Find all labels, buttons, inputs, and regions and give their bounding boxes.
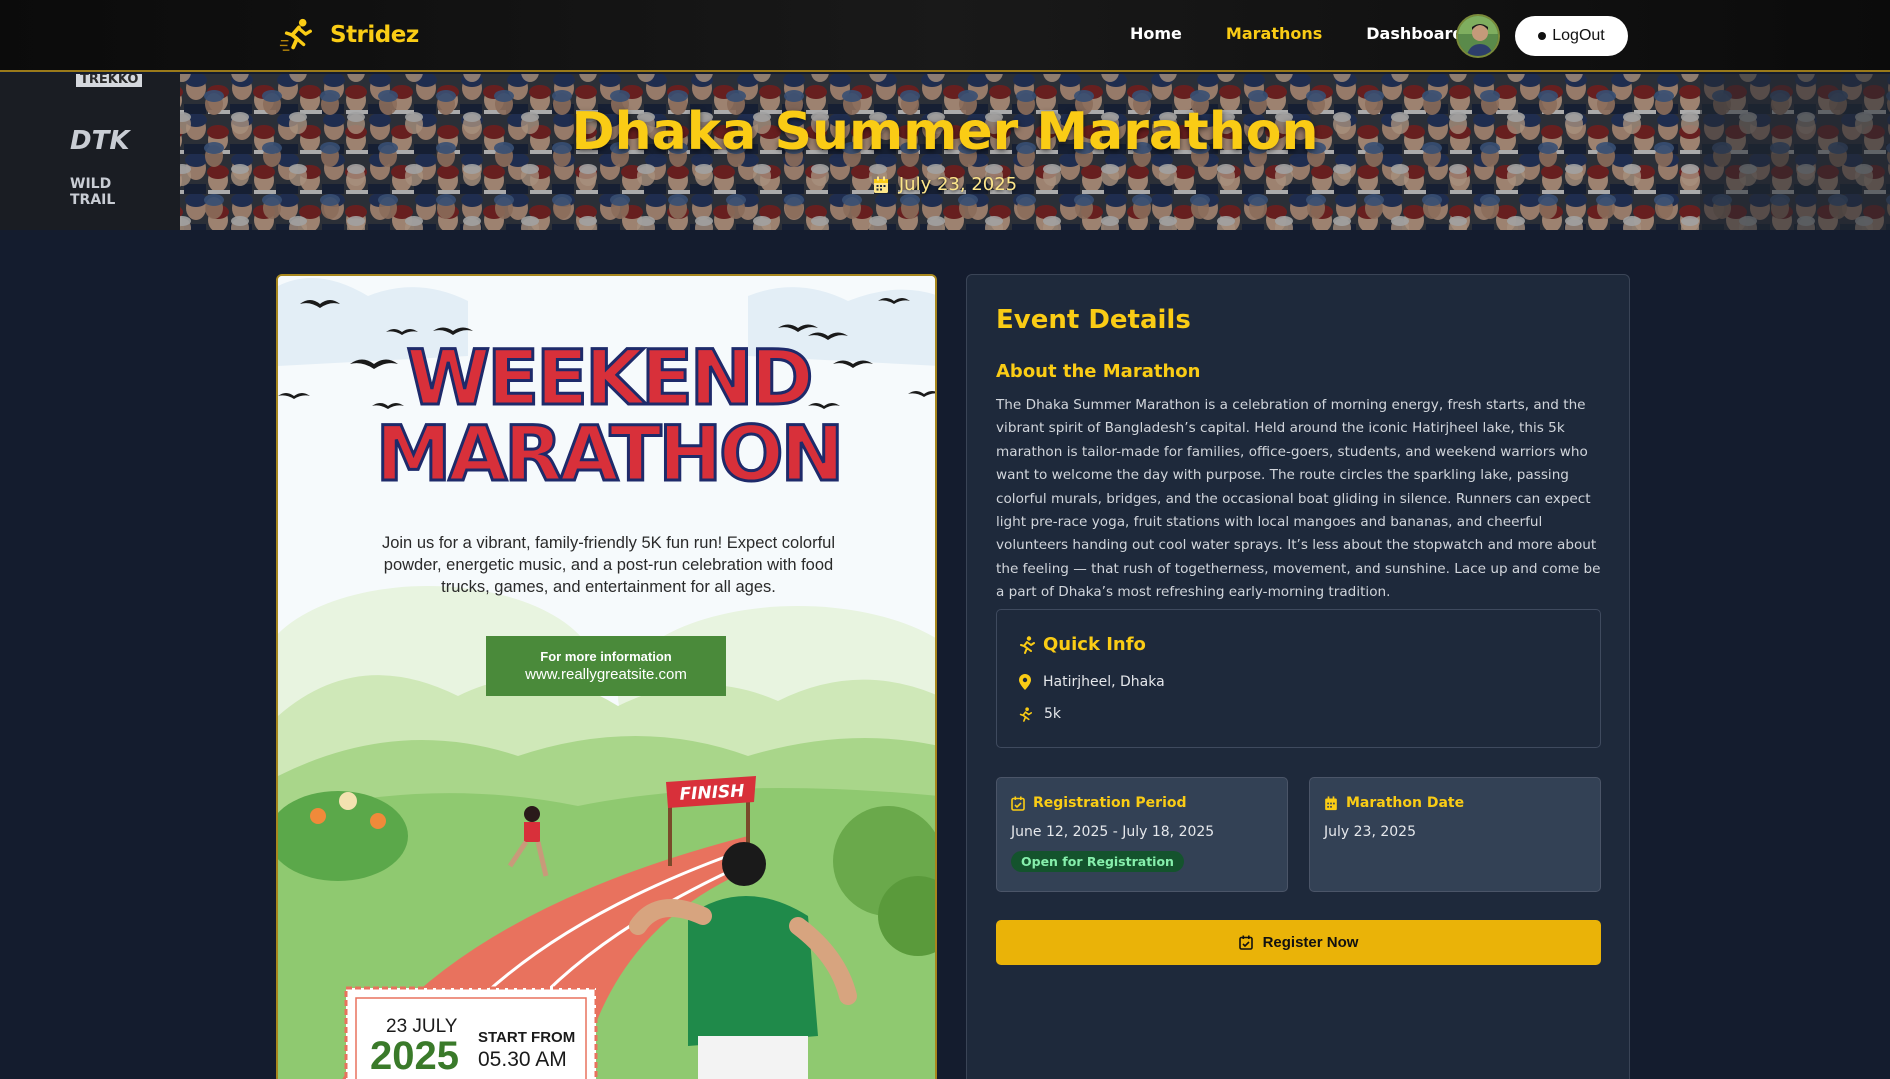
quick-info-title: Quick Info [1019,634,1146,655]
nav-marathons[interactable]: Marathons [1226,24,1322,43]
runner-icon [1020,635,1035,654]
poster-date-year: 2025 [370,1034,459,1078]
about-title: About the Marathon [996,361,1201,382]
location-pin-icon [1019,674,1031,690]
location-row: Hatirjheel, Dhaka [1019,674,1165,690]
poster-info-url: www.reallygreatsite.com [525,666,687,683]
marathon-date-card: Marathon Date July 23, 2025 [1309,777,1601,892]
nav-home[interactable]: Home [1130,24,1182,43]
poster-start-time: 05.30 AM [478,1048,567,1071]
user-photo [1458,16,1498,56]
event-details-panel: Event Details About the Marathon The Dha… [966,274,1630,1079]
logout-button[interactable]: LogOut [1515,16,1628,56]
marathon-date-title: Marathon Date [1324,795,1464,811]
register-now-button[interactable]: Register Now [996,920,1601,965]
calendar-check-icon [1011,796,1025,811]
distance-row: 5k [1019,706,1061,722]
marathon-poster: WEEKEND MARATHON Join us for a vibrant, … [276,274,937,1079]
hero-date-text: July 23, 2025 [898,174,1018,195]
distance-text: 5k [1044,706,1062,722]
location-text: Hatirjheel, Dhaka [1043,674,1165,690]
nav-dashboard[interactable]: Dashboard [1366,24,1464,43]
marathon-date-label: Marathon Date [1346,795,1465,811]
marathon-date-value: July 23, 2025 [1324,824,1416,840]
registration-period-label: Registration Period [1033,795,1187,811]
registration-period-title: Registration Period [1011,795,1187,811]
avatar[interactable] [1456,14,1500,58]
poster-info-label: For more information [540,649,672,664]
poster-start-label: START FROM [478,1029,576,1046]
quick-info-label: Quick Info [1043,634,1146,655]
hero-date: July 23, 2025 [0,174,1890,195]
navbar: Stridez Home Marathons Dashboard LogOut [0,0,1890,72]
banner-sign-trekko: TREKKO [76,74,143,87]
runner-icon [1019,706,1032,722]
registration-period-value: June 12, 2025 - July 18, 2025 [1011,824,1215,840]
poster-description: Join us for a vibrant, family-friendly 5… [381,534,836,596]
about-text: The Dhaka Summer Marathon is a celebrati… [996,397,1601,601]
register-now-label: Register Now [1262,934,1359,951]
calendar-check-icon [1238,935,1253,950]
logout-label: LogOut [1552,27,1605,44]
poster-headline-2: MARATHON [374,409,846,498]
registration-period-card: Registration Period June 12, 2025 - July… [996,777,1288,892]
runner-logo-icon [279,18,312,51]
poster-headline-1: WEEKEND [405,333,815,422]
event-details-title: Event Details [996,305,1191,335]
brand-name: Stridez [330,22,419,48]
calendar-icon [873,176,888,193]
nav-links: Home Marathons Dashboard [1130,24,1464,43]
calendar-icon [1325,795,1337,810]
page-title: Dhaka Summer Marathon [571,102,1319,162]
quick-info-card: Quick Info Hatirjheel, Dhaka 5k [996,609,1601,748]
logout-dot-icon [1538,32,1547,40]
brand-logo[interactable]: Stridez [278,16,419,54]
status-badge: Open for Registration [1011,851,1184,872]
hero-banner: TREKKO DTK WILD TRAIL Dhaka Summer Marat… [0,74,1890,230]
